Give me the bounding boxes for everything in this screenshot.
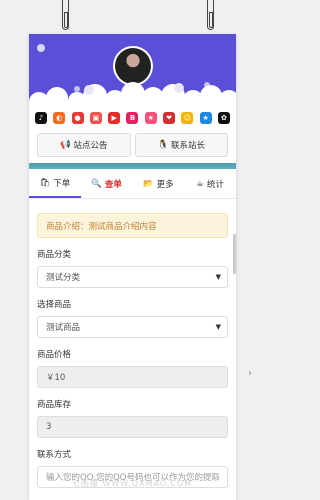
category-select[interactable]: 测试分类 ▼ xyxy=(37,266,228,288)
megaphone-icon: 📢 xyxy=(59,140,71,150)
app-pink-icon[interactable]: B xyxy=(126,112,139,124)
tab-more[interactable]: 📂 更多 xyxy=(133,169,185,198)
contact-admin-button[interactable]: 🐧 联系站长 xyxy=(134,133,228,157)
app-red3-icon[interactable]: ❤ xyxy=(163,112,176,124)
youtube-icon[interactable]: ▶ xyxy=(108,112,121,124)
watermark: 七图猫 WWW.QXMAO.COM xyxy=(71,479,193,488)
shopping-bag-icon: 🛍 xyxy=(39,177,51,188)
announcement-button[interactable]: 📢 站点公告 xyxy=(37,133,131,157)
price-field: ￥10 xyxy=(37,366,228,388)
caret-down-icon: ▼ xyxy=(215,323,221,331)
contact-label: 联系方式 xyxy=(37,450,72,460)
price-label: 商品价格 xyxy=(37,350,72,360)
cup-icon: ☕ xyxy=(196,178,204,189)
app-icon-row: ♪ ◐ ● ▣ ▶ B ★ ❤ ☺ ★ ✿ xyxy=(29,106,236,130)
product-select[interactable]: 测试商品 ▼ xyxy=(37,316,228,338)
clouds-decoration xyxy=(29,82,236,106)
moon-decoration xyxy=(37,44,45,52)
chevron-right-icon: › xyxy=(248,368,252,379)
category-label: 商品分类 xyxy=(37,250,72,260)
tiktok-icon[interactable]: ♪ xyxy=(35,112,47,124)
product-label: 选择商品 xyxy=(37,300,72,310)
app-violet-icon[interactable]: ★ xyxy=(144,112,157,124)
app-red-icon[interactable]: ● xyxy=(71,112,84,124)
tab-stats[interactable]: ☕ 统计 xyxy=(184,169,236,198)
search-icon: 🔍 xyxy=(91,178,102,189)
order-form: 商品分类 测试分类 ▼ 选择商品 测试商品 ▼ 商品价格 ￥10 商品库存 3 … xyxy=(29,248,236,488)
app-red2-icon[interactable]: ▣ xyxy=(89,112,102,124)
app-orange-icon[interactable]: ◐ xyxy=(53,112,66,124)
paper-clip-right xyxy=(207,0,214,30)
tab-bar: 🛍 下单 🔍 查单 📂 更多 ☕ 统计 xyxy=(29,169,236,199)
app-yellow-icon[interactable]: ☺ xyxy=(181,112,194,124)
page-card: ♪ ◐ ● ▣ ▶ B ★ ❤ ☺ ★ ✿ 📢 站点公告 🐧 联系站长 🛍 下单 🔍 查单 📂 更多… xyxy=(29,34,236,500)
tab-query-order[interactable]: 🔍 查单 xyxy=(81,169,133,198)
product-notice: 商品介绍：测试商品介绍内容 xyxy=(37,213,228,238)
folder-icon: 📂 xyxy=(143,178,154,189)
stock-field: 3 xyxy=(37,416,228,438)
qq-penguin-icon: 🐧 xyxy=(157,140,169,150)
app-blue-icon[interactable]: ★ xyxy=(199,112,212,124)
caret-down-icon: ▼ xyxy=(215,273,221,281)
paper-clip-left xyxy=(62,0,69,30)
stock-label: 商品库存 xyxy=(37,400,72,410)
scrollbar[interactable] xyxy=(233,234,236,274)
qq-icon[interactable]: ✿ xyxy=(217,112,230,124)
tab-order[interactable]: 🛍 下单 xyxy=(29,169,81,198)
header-banner xyxy=(29,34,236,106)
